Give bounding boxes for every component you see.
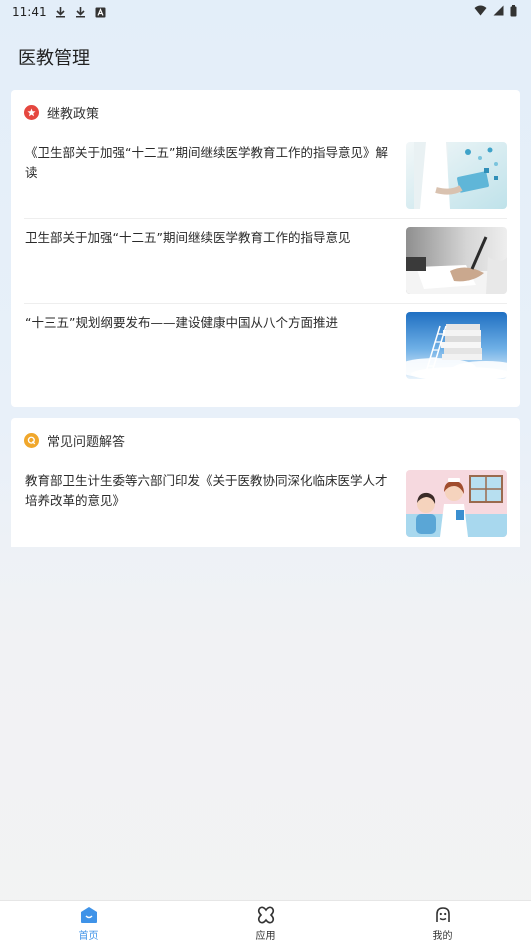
policy-list-item[interactable]: 卫生部关于加强“十二五”期间继续医学教育工作的指导意见 <box>24 219 507 304</box>
bottom-nav: 首页 应用 我的 <box>0 900 531 945</box>
battery-icon <box>510 4 517 20</box>
nav-home[interactable]: 首页 <box>29 905 149 942</box>
download-icon <box>75 6 87 18</box>
nav-profile-label: 我的 <box>432 930 453 942</box>
faq-section-header: 常见问题解答 <box>11 418 520 462</box>
star-icon <box>24 104 39 120</box>
q-icon <box>24 432 39 448</box>
policy-section-title: 继教政策 <box>47 106 100 122</box>
status-time: 11:41 <box>12 5 47 19</box>
policy-list-item[interactable]: 《卫生部关于加强“十二五”期间继续医学教育工作的指导意见》解读 <box>24 134 507 219</box>
doctor-tablet-image <box>406 142 507 209</box>
books-sky-image <box>406 312 507 379</box>
wifi-icon <box>474 5 487 19</box>
policy-card: 继教政策 《卫生部关于加强“十二五”期间继续医学教育工作的指导意见》解读 卫生部… <box>11 90 520 407</box>
policy-item-title: 卫生部关于加强“十二五”期间继续医学教育工作的指导意见 <box>25 230 351 245</box>
status-bar: 11:41 <box>0 0 531 24</box>
nav-apps[interactable]: 应用 <box>206 905 326 942</box>
policy-item-title: “十三五”规划纲要发布——建设健康中国从八个方面推进 <box>25 315 338 330</box>
profile-icon <box>435 906 450 922</box>
signal-icon <box>493 5 504 19</box>
nav-apps-label: 应用 <box>255 930 276 942</box>
faq-section-title: 常见问题解答 <box>47 434 126 450</box>
nav-home-label: 首页 <box>78 930 99 942</box>
signing-document-image <box>406 227 507 294</box>
text-notification-icon <box>95 6 107 18</box>
page-title: 医教管理 <box>18 48 90 69</box>
policy-list-item[interactable]: “十三五”规划纲要发布——建设健康中国从八个方面推进 <box>24 304 507 389</box>
apps-icon <box>257 906 274 923</box>
home-icon <box>80 906 97 923</box>
nurse-patient-image <box>406 470 507 537</box>
nav-profile[interactable]: 我的 <box>383 905 503 942</box>
policy-item-title: 《卫生部关于加强“十二五”期间继续医学教育工作的指导意见》解读 <box>25 145 388 180</box>
faq-card: 常见问题解答 教育部卫生计生委等六部门印发《关于医教协同深化临床医学人才培养改革… <box>11 418 520 547</box>
faq-item-title: 教育部卫生计生委等六部门印发《关于医教协同深化临床医学人才培养改革的意见》 <box>25 473 388 508</box>
download-icon <box>55 6 67 18</box>
policy-section-header: 继教政策 <box>11 90 520 134</box>
faq-list-item[interactable]: 教育部卫生计生委等六部门印发《关于医教协同深化临床医学人才培养改革的意见》 <box>24 462 507 547</box>
